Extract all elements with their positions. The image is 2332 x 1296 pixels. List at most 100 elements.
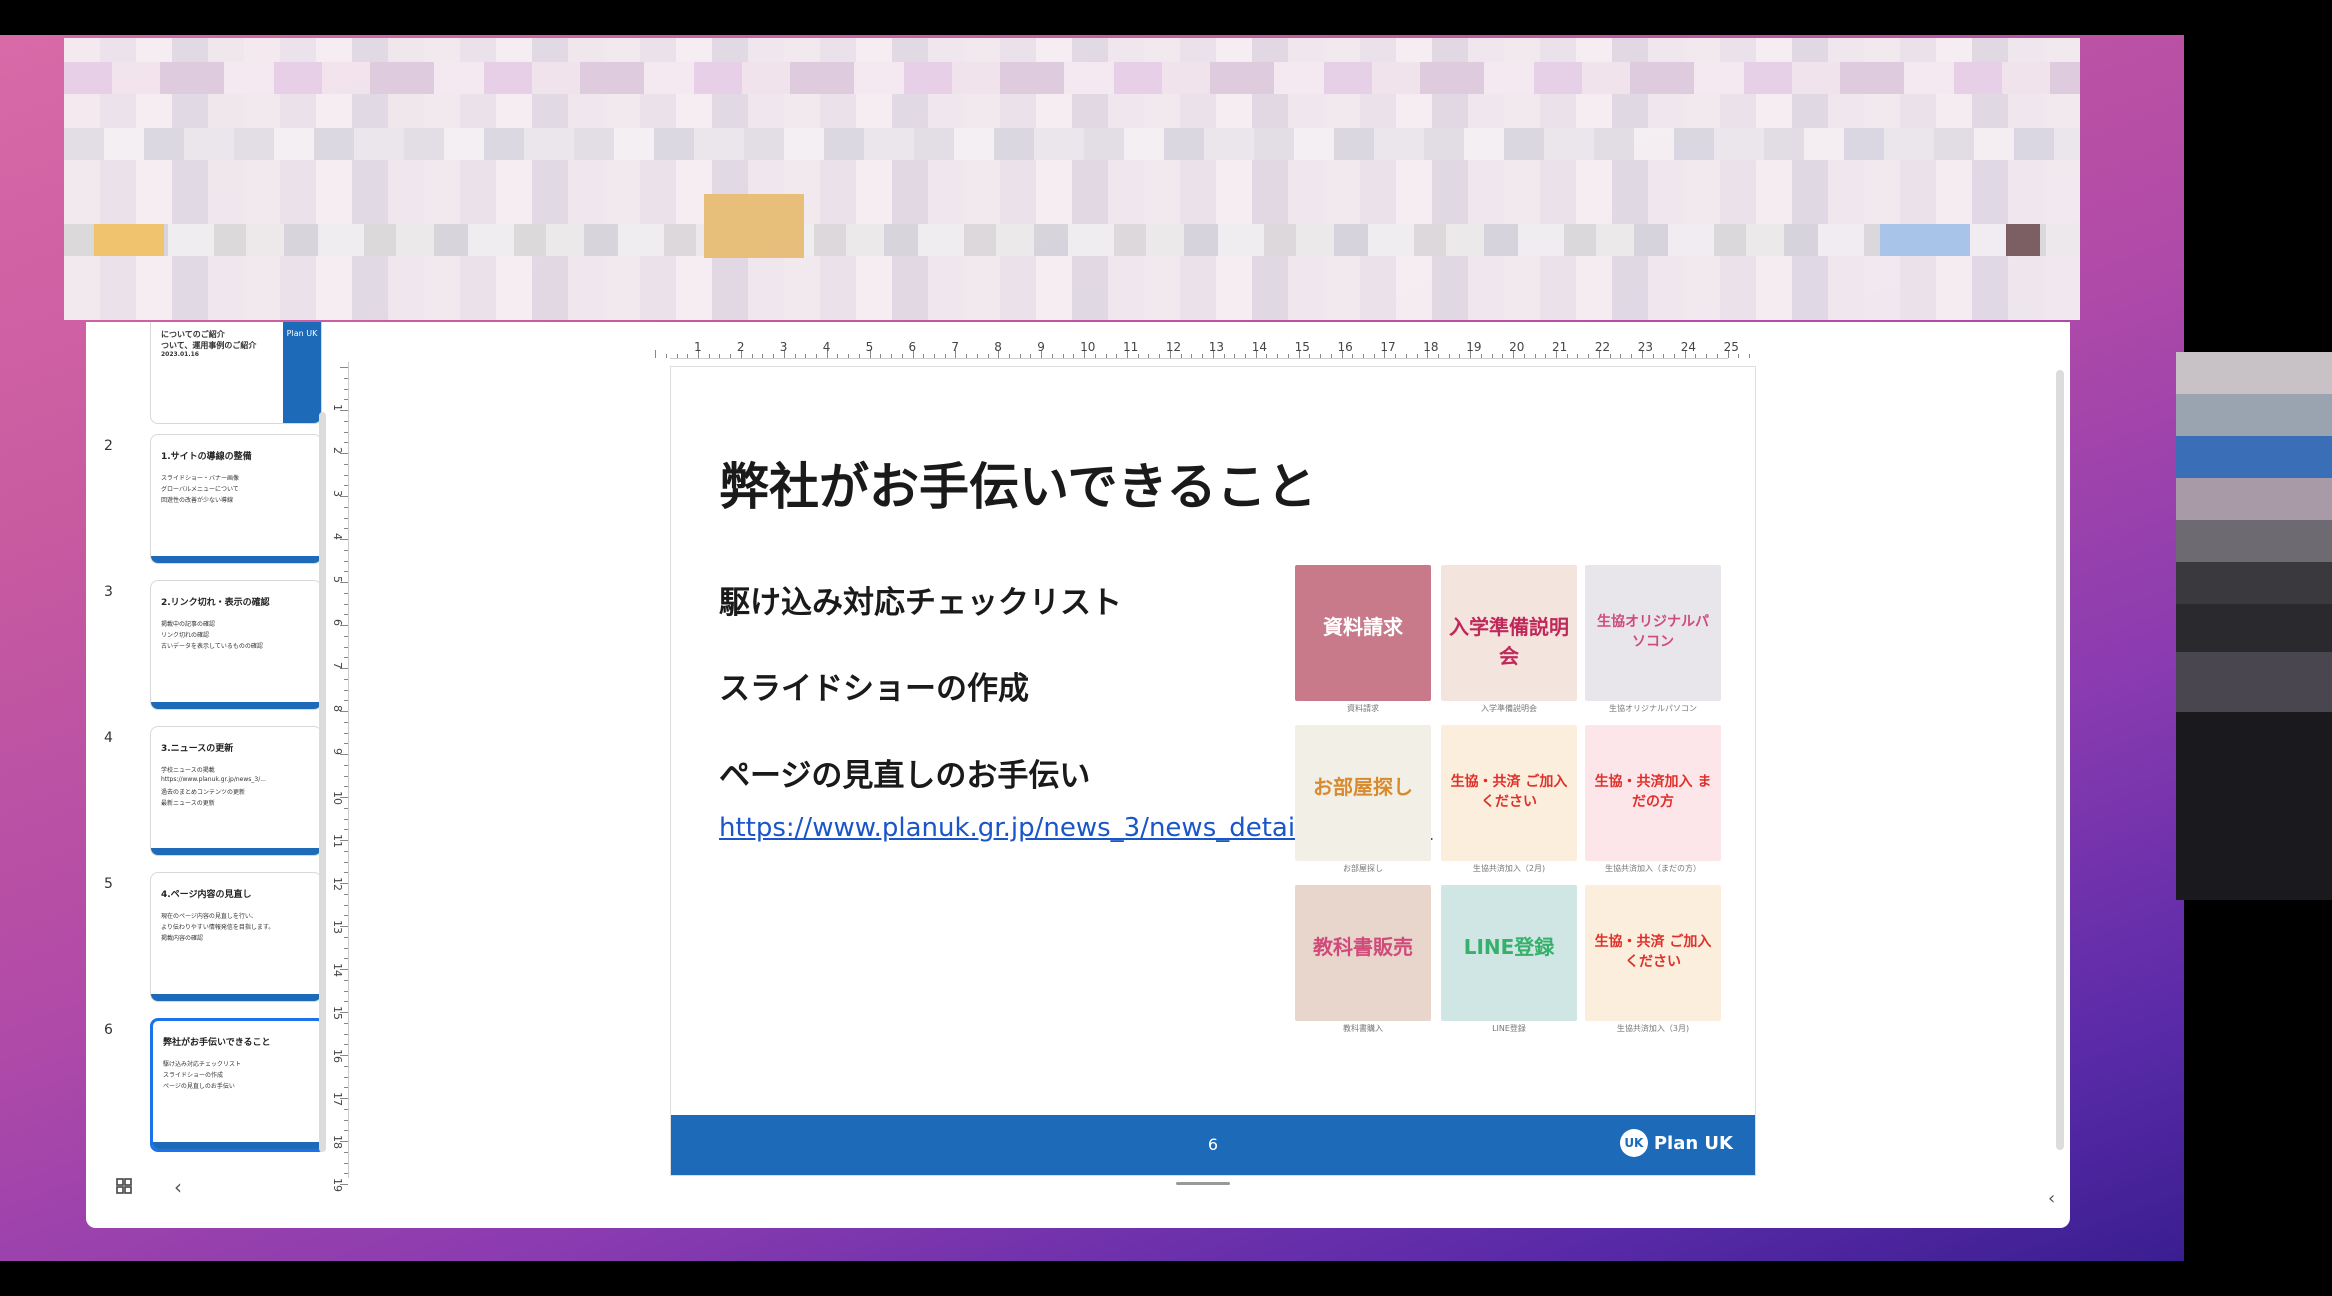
ruler-tick: [1577, 354, 1579, 358]
banner-tile[interactable]: 生協・共済 ご加入ください: [1441, 725, 1577, 861]
ruler-tick: [891, 354, 893, 358]
ruler-label: 21: [1552, 340, 1568, 354]
ruler-tick: [1588, 354, 1590, 358]
banner-tile-caption: 生協共済加入（3月): [1616, 1024, 1690, 1033]
ruler-tick: [344, 399, 348, 401]
ruler-tick: [1695, 354, 1697, 358]
banner-tile[interactable]: 生協・共済 ご加入ください: [1585, 885, 1721, 1021]
thumbnail-footer-bar: [153, 1142, 323, 1149]
slide-thumbnail[interactable]: 3.ニュースの更新 学校ニュースの掲載 https://www.planuk.gr.…: [150, 726, 322, 856]
vertical-ruler: 1 2 3 4 5 6 7 8 9 10 11 12 13 14 15 16 17 18 19: [331, 362, 349, 1192]
ruler-label: 11: [331, 834, 344, 848]
thumbnail-line: 回遊性の改善が少ない導線: [161, 497, 234, 504]
ruler-label: 1: [331, 404, 344, 411]
ruler-tick: [1480, 354, 1482, 358]
ruler-tick: [1030, 354, 1032, 358]
ruler-tick: [344, 893, 348, 895]
ruler-label: 8: [994, 340, 1002, 354]
ruler-tick: [344, 1065, 348, 1067]
banner-tile-caption: お部屋探し: [1343, 864, 1383, 873]
ruler-tick: [1491, 354, 1493, 358]
ruler-tick: [1663, 354, 1665, 358]
ruler-tick: [344, 560, 348, 562]
banner-tile[interactable]: 生協・共済加入 まだの方: [1585, 725, 1721, 861]
ruler-tick: [344, 485, 348, 487]
slide-item-slideshow[interactable]: スライドショーの作成: [719, 663, 1029, 708]
ruler-tick: [340, 367, 348, 368]
banner-tile[interactable]: 生協オリジナルパソコン: [1585, 565, 1721, 701]
banner-tile[interactable]: 資料請求: [1295, 565, 1431, 701]
slide-item-page-review[interactable]: ページの見直しのお手伝い: [719, 750, 1090, 795]
slide-thumbnail[interactable]: 1.サイトの導線の整備 スライドショー・バナー画像 グローバルメニューについて 回遊性…: [150, 434, 322, 564]
ruler-tick: [344, 990, 348, 992]
ruler-tick: [1062, 354, 1064, 358]
ruler-tick: [944, 354, 946, 358]
grid-icon[interactable]: [116, 1178, 132, 1194]
ruler-tick: [344, 431, 348, 433]
ruler-tick: [344, 1076, 348, 1078]
ruler-tick: [344, 420, 348, 422]
ruler-tick: [1234, 354, 1236, 358]
ruler-label: 16: [331, 1049, 344, 1063]
ruler-tick: [794, 354, 796, 358]
editor-scrollbar[interactable]: [2056, 370, 2064, 1150]
ruler-tick: [805, 354, 807, 358]
slide-thumbnail[interactable]: 弊社がお手伝いできること 駆け込み対応チェックリスト スライドショーの作成 ページの見…: [150, 1018, 326, 1152]
ruler-tick: [933, 354, 935, 358]
thumbnail-title: 1.サイトの導線の整備: [161, 452, 252, 462]
slide-thumbnail[interactable]: 2.リンク切れ・表示の確認 掲載中の記事の確認 リンク切れの確認 古いデータを表示して…: [150, 580, 322, 710]
ruler-tick: [1459, 354, 1461, 358]
blurred-side-panel: [2176, 352, 2332, 900]
slide-title[interactable]: 弊社がお手伝いできること: [719, 447, 1317, 519]
thumbnail-line: 最新ニュースの更新: [161, 800, 215, 807]
ruler-tick: [1009, 354, 1011, 358]
horizontal-ruler: 1 2 3 4 5 6 7 8 9 10 11 12 13 14 15 16 17 18 19 20 21 22 23 24 2…: [655, 340, 1751, 359]
ruler-tick: [344, 915, 348, 917]
ruler-tick: [344, 1022, 348, 1024]
ruler-tick: [1502, 354, 1504, 358]
thumbnail-footer-bar: [151, 994, 321, 1001]
logo-text: Plan UK: [1653, 1132, 1733, 1154]
ruler-tick: [708, 354, 710, 358]
ruler-tick: [1673, 354, 1675, 358]
news-detail-link[interactable]: https://www.planuk.gr.jp/news_3/news_det…: [719, 809, 1432, 847]
ruler-label: 6: [331, 619, 344, 626]
ruler-label: 25: [1723, 340, 1739, 354]
ruler-tick: [1373, 354, 1375, 358]
chevron-left-icon[interactable]: ‹: [174, 1175, 182, 1199]
ruler-tick: [1534, 354, 1536, 358]
chevron-right-icon[interactable]: ‹: [2048, 1188, 2055, 1209]
ruler-tick: [1073, 354, 1075, 358]
slide-canvas[interactable]: 弊社がお手伝いできること 駆け込み対応チェックリスト スライドショーの作成 ペー…: [670, 366, 1756, 1176]
slide-item-checklist[interactable]: 駆け込み対応チェックリスト: [719, 577, 1122, 622]
ruler-tick: [1309, 354, 1311, 358]
ruler-tick: [880, 354, 882, 358]
thumbnail-line: 古いデータを表示しているものの確認: [161, 643, 263, 650]
ruler-tick: [730, 354, 732, 358]
banner-tile-caption: 生協共済加入（まだの方）: [1605, 864, 1701, 873]
ruler-tick: [1652, 354, 1654, 358]
banner-tile[interactable]: LINE登録: [1441, 885, 1577, 1021]
banner-tile[interactable]: 入学準備説明会: [1441, 565, 1577, 701]
resize-handle[interactable]: [1176, 1182, 1230, 1185]
ruler-label: 1: [694, 340, 702, 354]
ruler-tick: [987, 354, 989, 358]
slide-thumbnail[interactable]: 4.ページ内容の見直し 現在のページ内容の見直しを行い、 より伝わりやすい情報発信を…: [150, 872, 322, 1002]
thumbnail-title: 3.ニュースの更新: [161, 744, 234, 754]
ruler-tick: [344, 947, 348, 949]
banner-tile[interactable]: お部屋探し: [1295, 725, 1431, 861]
banner-tile[interactable]: 教科書販売: [1295, 885, 1431, 1021]
ruler-label: 7: [951, 340, 960, 354]
ruler-tick: [344, 904, 348, 906]
thumbnail-line: 学校ニュースの掲載: [161, 767, 215, 774]
banner-tile-label: 生協オリジナルパソコン: [1597, 614, 1709, 650]
ruler-tick: [1716, 354, 1718, 358]
slide-thumbnail[interactable]: についてのご紹介 ついて、運用事例のご紹介 2023.01.16 Plan UK: [150, 322, 322, 424]
ruler-label: 15: [1294, 340, 1310, 354]
ruler-tick: [344, 829, 348, 831]
ruler-tick: [837, 354, 839, 358]
ruler-tick: [344, 818, 348, 820]
ruler-tick: [344, 700, 348, 702]
ruler-tick: [1416, 354, 1418, 358]
thumbnail-scrollbar[interactable]: [319, 412, 326, 1152]
